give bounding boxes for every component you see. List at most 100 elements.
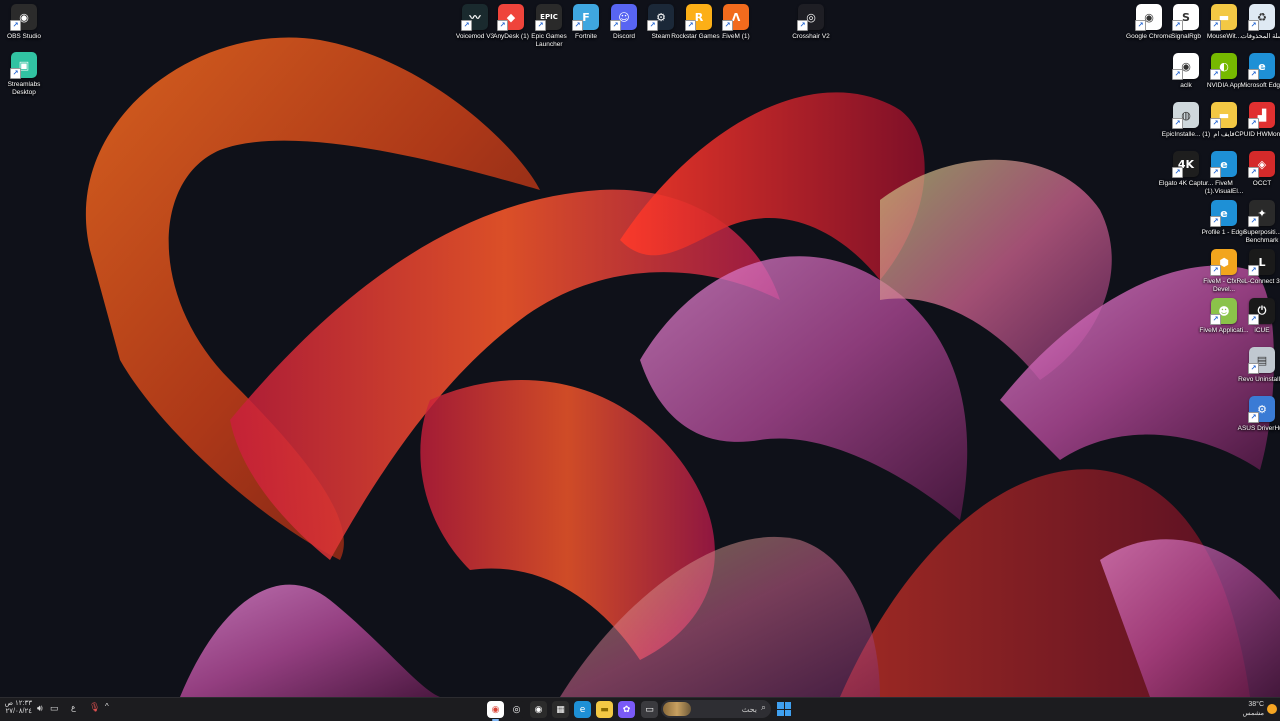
microphone-icon[interactable]: 🎙︎	[89, 702, 100, 713]
shortcut-arrow-icon: ↗	[1210, 20, 1221, 31]
network-icon[interactable]: ▭	[50, 703, 59, 714]
shortcut-arrow-icon: ↗	[1248, 314, 1259, 325]
desktop-shortcut[interactable]: ▣ ↗ Streamlabs Desktop	[0, 52, 52, 97]
shortcut-arrow-icon: ↗	[1248, 363, 1259, 374]
shortcut-arrow-icon: ↗	[1248, 265, 1259, 276]
hwmonitor-icon: ▟ ↗	[1248, 102, 1275, 129]
chrome-taskbar-icon[interactable]: ◉	[487, 701, 504, 721]
shortcut-arrow-icon: ↗	[1248, 118, 1259, 129]
shortcut-arrow-icon: ↗	[1248, 20, 1259, 31]
desktop-shortcut[interactable]: L ↗ L-Connect 3	[1234, 249, 1280, 286]
desktop-shortcut[interactable]: ◎ ↗ Crosshair V2	[783, 4, 839, 41]
clock-time: ١٢:٣٣ ص	[4, 700, 32, 707]
shortcut-arrow-icon: ↗	[535, 20, 546, 31]
desktop-shortcut[interactable]: ▟↗ CPUID HWMonitor	[1234, 102, 1280, 139]
shortcut-arrow-icon: ↗	[461, 20, 472, 31]
desktop-shortcut-label: OBS Studio	[7, 33, 41, 40]
desktop-shortcut-label: OCCT	[1252, 180, 1272, 187]
occt-icon-glyph: ◈	[1257, 157, 1267, 171]
tray-overflow-chevron[interactable]: ^	[105, 702, 109, 711]
crosshair-icon: ◎ ↗	[797, 4, 824, 31]
shortcut-arrow-icon: ↗	[1210, 265, 1221, 276]
task-view-taskbar-icon[interactable]: ▭	[641, 701, 658, 718]
desktop-shortcut-label: L-Connect 3	[1244, 278, 1280, 285]
desktop-shortcut[interactable]: ◈ ↗ OCCT	[1234, 151, 1280, 188]
desktop-shortcut-label: Superpositi... Benchmark	[1243, 229, 1280, 244]
desktop-shortcut[interactable]: ▤↗ Revo Uninstaller	[1234, 347, 1280, 384]
language-indicator[interactable]: ع	[71, 703, 76, 712]
search-icon: ⌕	[760, 702, 766, 712]
desktop-shortcut-label: Discord	[612, 33, 636, 40]
obs-icon: ◉ ↗	[10, 4, 37, 31]
desktop-shortcut[interactable]: Λ ↗ FiveM (1)	[708, 4, 764, 41]
recycle-bin-icon: ♻ ↗	[1248, 4, 1275, 31]
hwmonitor-icon-glyph: ▟	[1257, 108, 1267, 122]
weather-condition: مشمس	[1242, 710, 1264, 717]
lconnect-icon: L ↗	[1248, 249, 1275, 276]
edge-icon: e ↗	[1248, 53, 1275, 80]
taskbar-search-box[interactable]: بحث ⌕	[661, 700, 771, 718]
desktop-shortcut[interactable]: e ↗ Microsoft Edge	[1234, 53, 1280, 90]
start-button[interactable]	[777, 702, 791, 716]
shortcut-arrow-icon: ↗	[1210, 314, 1221, 325]
weather-widget[interactable]: 38°C مشمس	[1234, 700, 1278, 719]
desktop-shortcut[interactable]: ✦ ↗ Superpositi... Benchmark	[1234, 200, 1280, 245]
edge-profile-icon-glyph: e	[1220, 206, 1228, 220]
edge-icon-glyph: e	[1258, 59, 1266, 73]
anydesk-icon-glyph: ◆	[506, 10, 516, 24]
desktop-shortcut-label: ASUS DriverHub	[1237, 425, 1280, 432]
edge-taskbar-icon[interactable]: e	[574, 701, 591, 718]
desktop-wallpaper	[0, 0, 1280, 697]
shortcut-arrow-icon: ↗	[1210, 69, 1221, 80]
desktop-shortcut-label: سلة المحذوفات	[1240, 33, 1280, 40]
clock[interactable]: ١٢:٣٣ ص ٢٧/٠٨/٢٤	[4, 700, 32, 716]
desktop-shortcut-label: aclk	[1180, 82, 1192, 89]
icue-icon: ⏻ ↗	[1248, 298, 1275, 325]
weather-temperature: 38°C	[1248, 701, 1264, 708]
desktop-shortcut-label: FiveM (1)	[722, 33, 750, 40]
shortcut-arrow-icon: ↗	[572, 20, 583, 31]
desktop-shortcut-label: Streamlabs Desktop	[7, 81, 41, 96]
edge-file-icon-glyph: e	[1220, 157, 1228, 171]
desktop-shortcut[interactable]: ♻ ↗ سلة المحذوفات	[1234, 4, 1280, 41]
clock-date: ٢٧/٠٨/٢٤	[5, 708, 32, 715]
fortnite-icon-glyph: F	[582, 10, 590, 24]
desktop-shortcut[interactable]: ⚙↗ ASUS DriverHub	[1234, 396, 1280, 433]
shortcut-arrow-icon: ↗	[1248, 69, 1259, 80]
fivem-icon: Λ ↗	[722, 4, 749, 31]
revo-icon: ▤ ↗	[1248, 347, 1275, 374]
shortcut-arrow-icon: ↗	[1248, 216, 1259, 227]
file-explorer-taskbar-icon[interactable]: ▬	[596, 701, 613, 718]
lconnect-icon-glyph: L	[1258, 255, 1266, 269]
shortcut-arrow-icon: ↗	[1210, 118, 1221, 129]
obs-taskbar-icon[interactable]: ◉	[530, 701, 547, 718]
shortcut-arrow-icon: ↗	[1248, 412, 1259, 423]
streamlabs-icon: ▣ ↗	[10, 52, 37, 79]
volume-icon[interactable]: 🔊︎	[37, 703, 43, 714]
shortcut-arrow-icon: ↗	[1210, 216, 1221, 227]
desktop-shortcut-label: Fortnite	[574, 33, 598, 40]
desktop-shortcut-label: Revo Uninstaller	[1238, 376, 1280, 383]
desktop-shortcut-label: فايف ام	[1213, 131, 1235, 138]
shortcut-arrow-icon: ↗	[722, 20, 733, 31]
search-highlight-thumbnail	[663, 702, 691, 716]
shortcut-arrow-icon: ↗	[10, 68, 21, 79]
copilot-taskbar-icon[interactable]: ✿	[618, 701, 635, 718]
shortcut-arrow-icon: ↗	[647, 20, 658, 31]
occt-icon: ◈ ↗	[1248, 151, 1275, 178]
shortcut-arrow-icon: ↗	[1172, 118, 1183, 129]
shortcut-arrow-icon: ↗	[1172, 167, 1183, 178]
shortcut-arrow-icon: ↗	[1248, 167, 1259, 178]
signalrgb-icon-glyph: S	[1182, 10, 1190, 24]
crosshair-taskbar-icon[interactable]: ◎	[508, 701, 525, 718]
store-taskbar-icon[interactable]: ▦	[552, 701, 569, 718]
rockstar-icon-glyph: R	[694, 10, 704, 24]
shortcut-arrow-icon: ↗	[797, 20, 808, 31]
desktop-shortcut[interactable]: ◉ ↗ OBS Studio	[0, 4, 52, 41]
desktop-shortcut[interactable]: ⏻ ↗ iCUE	[1234, 298, 1280, 335]
shortcut-arrow-icon: ↗	[685, 20, 696, 31]
shortcut-arrow-icon: ↗	[1172, 69, 1183, 80]
search-placeholder: بحث	[741, 704, 757, 714]
fivem-icon-glyph: Λ	[731, 10, 741, 24]
desktop-shortcut-label: Crosshair V2	[792, 33, 830, 40]
